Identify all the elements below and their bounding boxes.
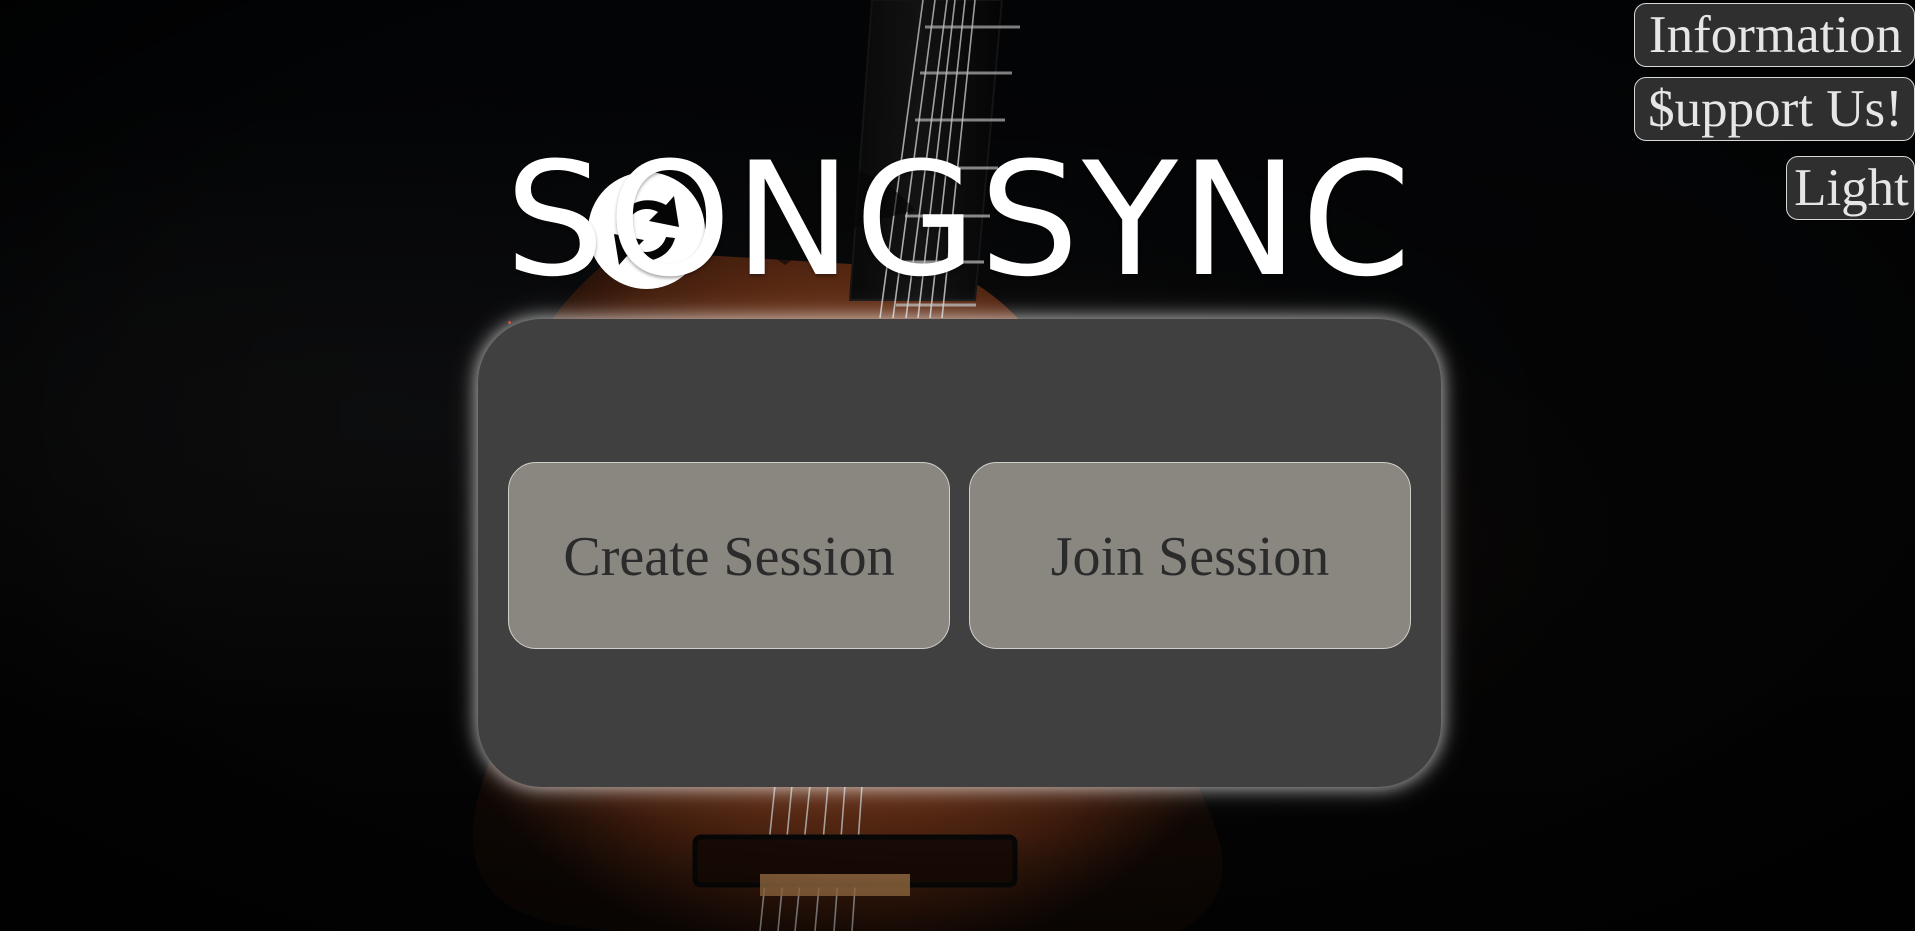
session-actions-panel: Create Session Join Session	[478, 319, 1441, 787]
light-theme-button[interactable]: Light	[1786, 156, 1915, 220]
songsync-wordmark: SONGSYNC	[505, 129, 1414, 312]
guitar-bridge	[692, 834, 1018, 888]
red-light-dot	[508, 321, 511, 324]
songsync-logo: SONGSYNC	[478, 138, 1441, 304]
create-session-button[interactable]: Create Session	[508, 462, 950, 649]
guitar-saddle	[760, 874, 910, 896]
songsync-home-page: Information $upport Us! Light SONGSYNC C…	[0, 0, 1915, 931]
support-us-button[interactable]: $upport Us!	[1634, 77, 1915, 141]
top-right-navigation: Information $upport Us! Light	[1625, 3, 1915, 228]
join-session-button[interactable]: Join Session	[969, 462, 1411, 649]
information-button[interactable]: Information	[1634, 3, 1915, 67]
